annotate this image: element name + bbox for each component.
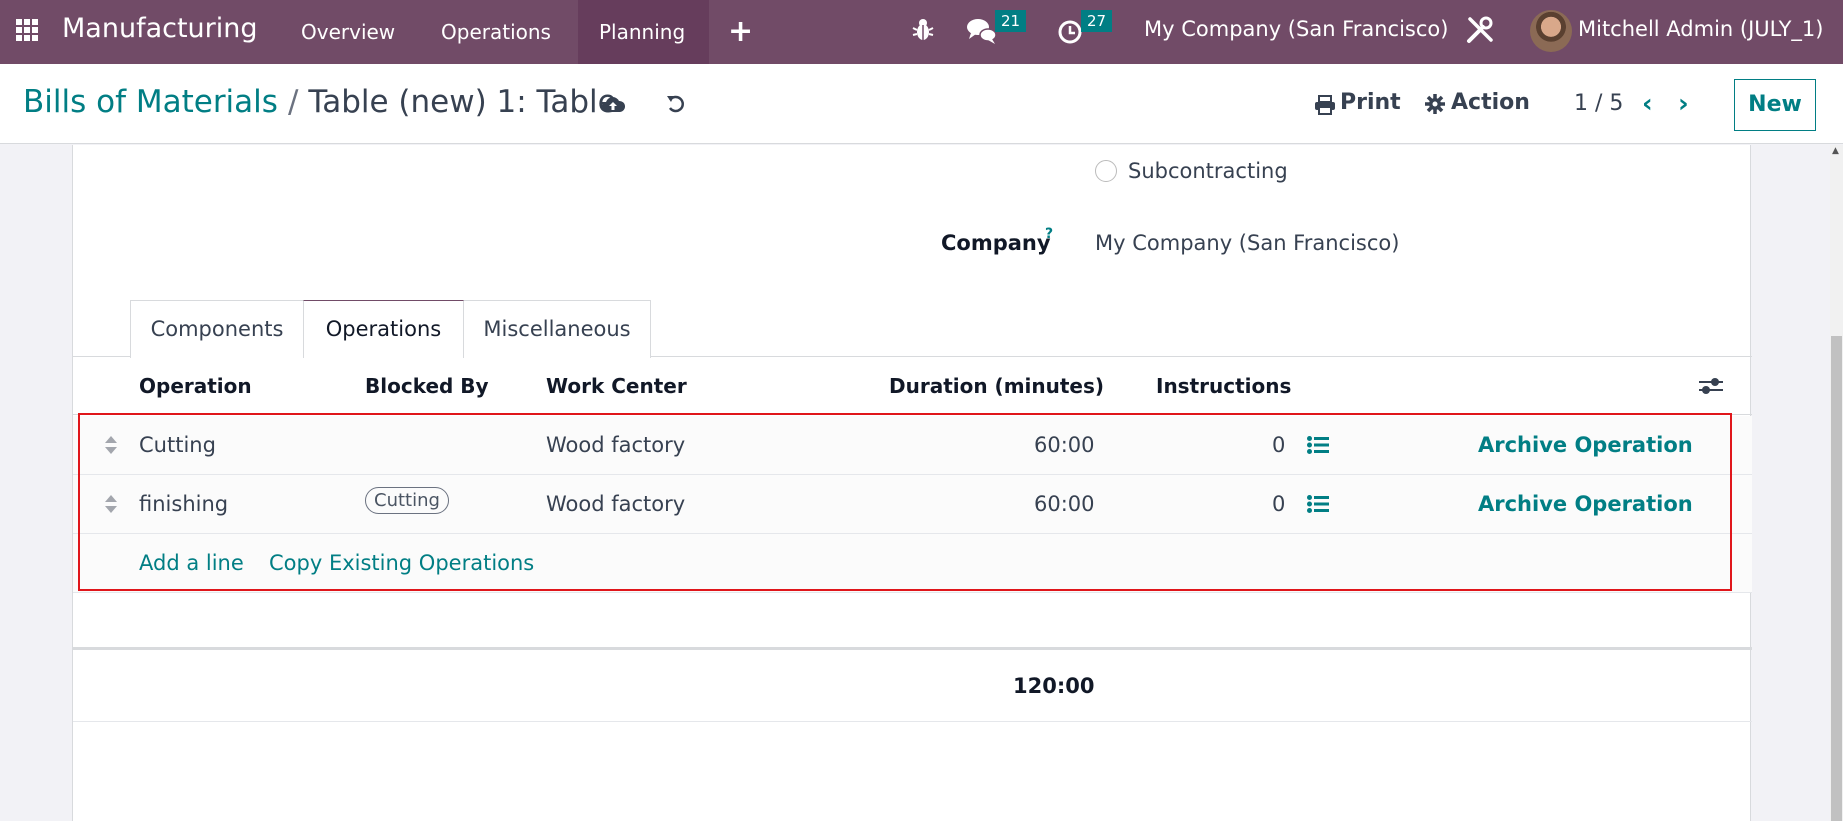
operation-name[interactable]: Cutting xyxy=(139,433,216,457)
menu-operations[interactable]: Operations xyxy=(420,0,572,64)
top-navbar: Manufacturing Overview Operations Planni… xyxy=(0,0,1843,64)
tab-components[interactable]: Components xyxy=(130,300,304,358)
instructions-list-icon[interactable] xyxy=(1307,495,1329,517)
tab-miscellaneous[interactable]: Miscellaneous xyxy=(463,300,651,358)
form-view-content: Subcontracting Company ? My Company (San… xyxy=(0,145,1830,821)
company-help-tooltip-icon[interactable]: ? xyxy=(1045,226,1053,242)
breadcrumb-current-record: Table (new) 1: Table xyxy=(308,84,617,120)
table-row[interactable]: finishing Cutting Wood factory 60:00 0 A… xyxy=(73,475,1752,534)
action-button[interactable]: Action xyxy=(1451,90,1530,115)
instructions-count: 0 xyxy=(1272,492,1286,516)
subcontracting-radio-label[interactable]: Subcontracting xyxy=(1128,159,1288,183)
column-header-duration[interactable]: Duration (minutes) xyxy=(889,374,1104,398)
instructions-count: 0 xyxy=(1272,433,1286,457)
operation-name[interactable]: finishing xyxy=(139,492,228,516)
column-header-instructions[interactable]: Instructions xyxy=(1156,374,1291,398)
archive-operation-button[interactable]: Archive Operation xyxy=(1478,433,1693,457)
app-name[interactable]: Manufacturing xyxy=(62,13,258,44)
optional-columns-toggle-icon[interactable] xyxy=(1699,375,1723,401)
control-panel: Bills of Materials / Table (new) 1: Table … xyxy=(0,64,1843,144)
pager-value[interactable]: 1 / 5 xyxy=(1574,91,1623,116)
breadcrumb-bills-of-materials[interactable]: Bills of Materials xyxy=(23,84,278,120)
instructions-list-icon[interactable] xyxy=(1307,436,1329,458)
discard-undo-icon[interactable] xyxy=(665,93,687,119)
menu-planning[interactable]: Planning xyxy=(578,0,709,64)
messages-chat-icon[interactable] xyxy=(966,16,998,50)
duration[interactable]: 60:00 xyxy=(1034,492,1095,516)
menu-overview[interactable]: Overview xyxy=(280,0,416,64)
print-button[interactable]: Print xyxy=(1340,90,1401,115)
company-field-value[interactable]: My Company (San Francisco) xyxy=(1095,231,1399,255)
tab-operations[interactable]: Operations xyxy=(303,300,464,358)
column-header-work-center[interactable]: Work Center xyxy=(546,374,687,398)
add-line-row: Add a line Copy Existing Operations xyxy=(73,534,1752,593)
table-row[interactable]: Cutting Wood factory 60:00 0 Archive Ope… xyxy=(73,416,1752,475)
breadcrumb-separator: / xyxy=(287,84,299,120)
printer-icon[interactable] xyxy=(1314,95,1336,119)
operations-table-header: Operation Blocked By Work Center Duratio… xyxy=(73,357,1752,415)
debug-bug-icon[interactable] xyxy=(912,18,934,46)
blocked-by-tag[interactable]: Cutting xyxy=(365,487,449,514)
save-cloud-icon[interactable] xyxy=(601,94,626,118)
table-totals-row: 120:00 xyxy=(73,650,1752,722)
company-field-label: Company xyxy=(941,231,1051,255)
work-center[interactable]: Wood factory xyxy=(546,492,685,516)
scrollbar-thumb[interactable] xyxy=(1831,336,1842,821)
new-button[interactable]: New xyxy=(1734,79,1816,131)
activities-count-badge: 27 xyxy=(1081,10,1113,32)
total-duration: 120:00 xyxy=(1013,674,1095,698)
form-sheet: Subcontracting Company ? My Company (San… xyxy=(72,145,1752,821)
copy-existing-operations-link[interactable]: Copy Existing Operations xyxy=(269,551,534,575)
messages-count-badge: 21 xyxy=(995,10,1027,32)
settings-tools-icon[interactable] xyxy=(1465,15,1495,49)
table-empty-row xyxy=(73,593,1752,650)
drag-handle-icon[interactable] xyxy=(105,494,117,518)
app-menu-icon[interactable] xyxy=(16,19,40,43)
duration[interactable]: 60:00 xyxy=(1034,433,1095,457)
scroll-up-arrow-icon[interactable]: ▲ xyxy=(1832,146,1839,156)
user-menu[interactable]: Mitchell Admin (JULY_1) xyxy=(1578,17,1823,41)
add-a-line-link[interactable]: Add a line xyxy=(139,551,244,575)
column-header-operation[interactable]: Operation xyxy=(139,374,252,398)
user-avatar[interactable] xyxy=(1530,10,1572,52)
pager-next-chevron-right-icon[interactable]: › xyxy=(1678,89,1689,119)
pager-previous-chevron-left-icon[interactable]: ‹ xyxy=(1642,89,1653,119)
breadcrumb: Bills of Materials / Table (new) 1: Table xyxy=(23,84,617,120)
work-center[interactable]: Wood factory xyxy=(546,433,685,457)
drag-handle-icon[interactable] xyxy=(105,435,117,459)
column-header-blocked-by[interactable]: Blocked By xyxy=(365,374,489,398)
company-switcher[interactable]: My Company (San Francisco) xyxy=(1144,17,1448,41)
archive-operation-button[interactable]: Archive Operation xyxy=(1478,492,1693,516)
gear-icon[interactable] xyxy=(1425,94,1445,118)
notebook-tabs: Components Operations Miscellaneous xyxy=(73,300,1752,358)
subcontracting-radio[interactable] xyxy=(1095,160,1117,182)
plus-icon[interactable]: + xyxy=(728,14,753,49)
